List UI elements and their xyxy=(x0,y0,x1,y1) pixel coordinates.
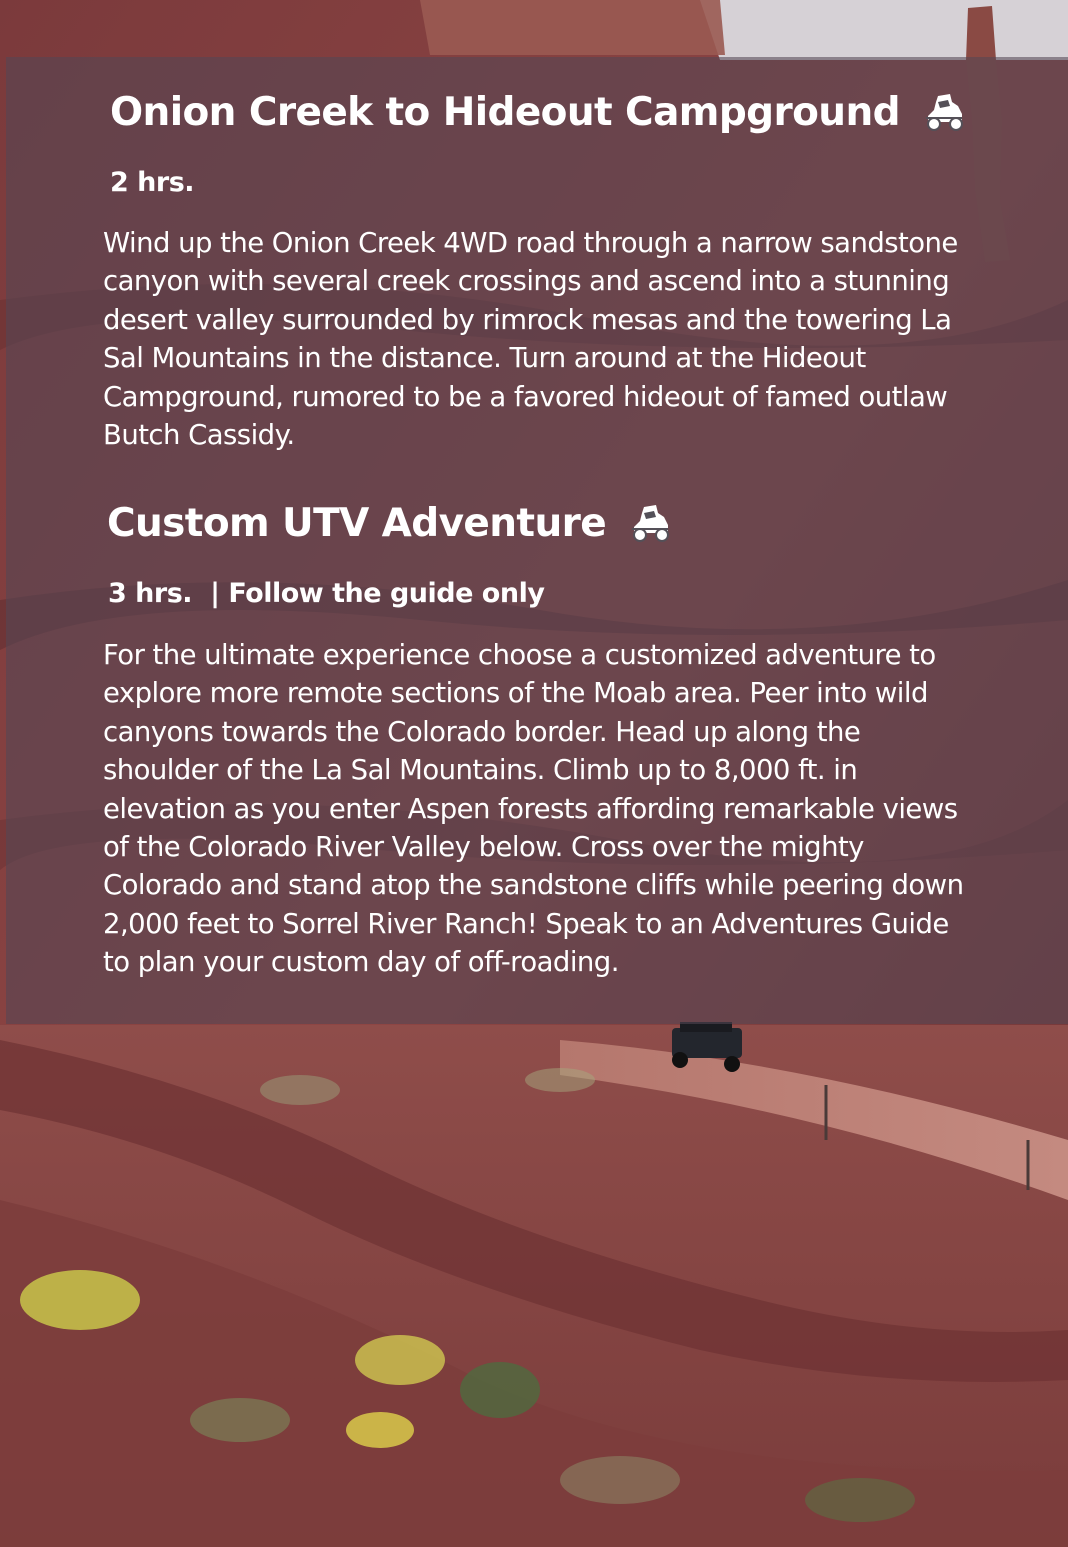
tour-duration: 3 hrs. xyxy=(108,578,193,609)
utv-vehicle-icon xyxy=(630,503,672,543)
utv-vehicle-icon xyxy=(924,92,966,132)
tour-note: | Follow the guide only xyxy=(210,578,545,609)
tour-title: Custom UTV Adventure xyxy=(107,500,607,546)
tour-description: Wind up the Onion Creek 4WD road through… xyxy=(103,227,958,452)
tour-duration-row: 2 hrs. xyxy=(110,167,195,198)
tour-duration-row: 3 hrs. | Follow the guide only xyxy=(108,578,545,609)
tour-description: For the ultimate experience choose a cus… xyxy=(103,639,964,979)
tour-title: Onion Creek to Hideout Campground xyxy=(110,89,901,135)
tour-title-row: Custom UTV Adventure xyxy=(107,503,672,543)
tour-list: Onion Creek to Hideout Campground 2 hrs.… xyxy=(0,0,1068,1547)
tour-title-row: Onion Creek to Hideout Campground xyxy=(110,92,966,132)
tour-duration: 2 hrs. xyxy=(110,167,195,198)
